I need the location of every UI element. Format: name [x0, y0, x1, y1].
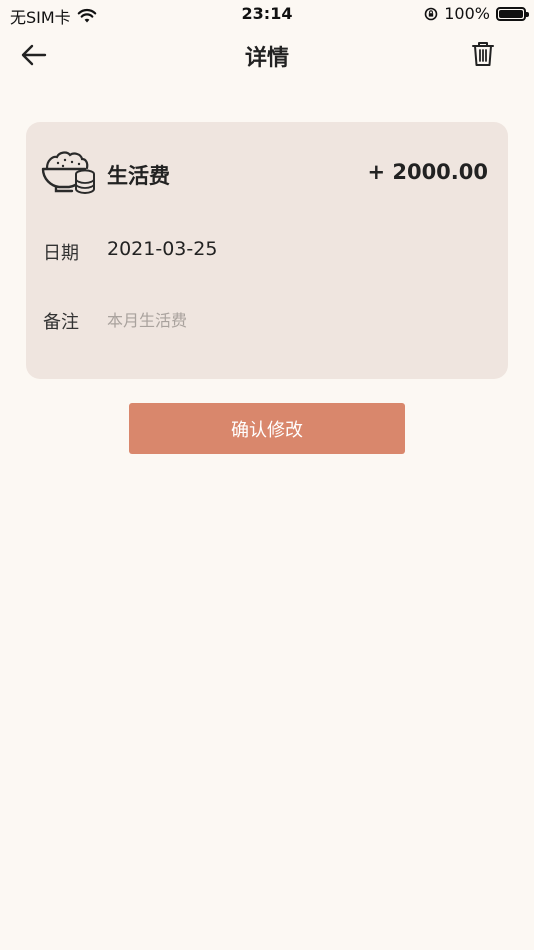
- category-name: 生活费: [107, 164, 170, 188]
- status-right: 100%: [424, 4, 529, 23]
- rice-bowl-coins-icon: [41, 151, 95, 195]
- date-value[interactable]: 2021-03-25: [107, 238, 217, 260]
- date-label: 日期: [43, 243, 79, 264]
- confirm-edit-button[interactable]: 确认修改: [129, 403, 405, 454]
- rotation-lock-icon: [424, 7, 438, 20]
- trash-icon: [472, 42, 494, 66]
- battery-icon: [496, 6, 529, 21]
- battery-fill: [499, 9, 523, 18]
- record-card: 生活费 + 2000.00 日期 2021-03-25 备注: [26, 122, 508, 379]
- battery-text: 100%: [444, 4, 490, 23]
- status-bar: 无SIM卡 23:14 100%: [0, 0, 534, 28]
- page-title: 详情: [244, 46, 289, 71]
- amount-value: + 2000.00: [367, 160, 488, 184]
- delete-button[interactable]: [470, 40, 500, 70]
- note-input[interactable]: [107, 306, 487, 334]
- nav-bar: 详情: [0, 30, 534, 80]
- note-label: 备注: [43, 312, 79, 333]
